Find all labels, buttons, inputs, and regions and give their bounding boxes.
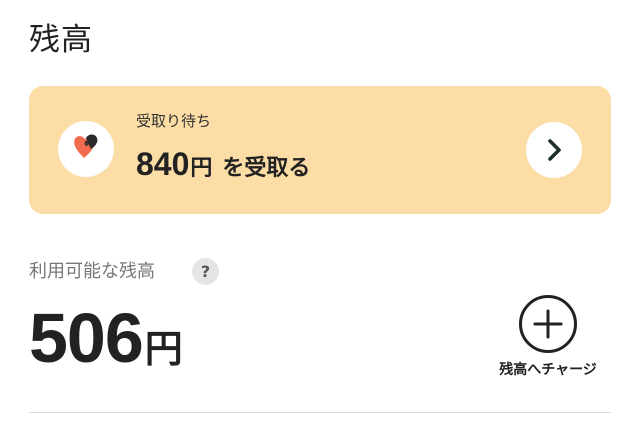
charge-label: 残高へチャージ: [499, 362, 597, 378]
page-title: 残高: [29, 22, 93, 58]
pending-currency: 円: [190, 156, 213, 181]
pending-action-label: を受取る: [222, 156, 311, 181]
help-icon[interactable]: ?: [192, 258, 219, 285]
pending-receive-card[interactable]: 受取り待ち 840 円 を受取る: [29, 86, 611, 214]
heart-logo-icon: [58, 121, 114, 177]
pending-amount: 840: [136, 146, 190, 182]
divider: [29, 412, 611, 413]
available-balance-label: 利用可能な残高: [29, 261, 155, 282]
balance-currency: 円: [144, 327, 183, 371]
pending-label: 受取り待ち: [136, 112, 212, 130]
plus-circle-icon: [519, 295, 577, 353]
balance-amount: 506: [29, 299, 144, 377]
charge-balance-button[interactable]: 残高へチャージ: [480, 290, 620, 390]
chevron-right-icon[interactable]: [526, 122, 582, 178]
balance-amount-row: 506 円: [29, 296, 183, 380]
pending-amount-row: 840 円 を受取る: [136, 142, 310, 186]
